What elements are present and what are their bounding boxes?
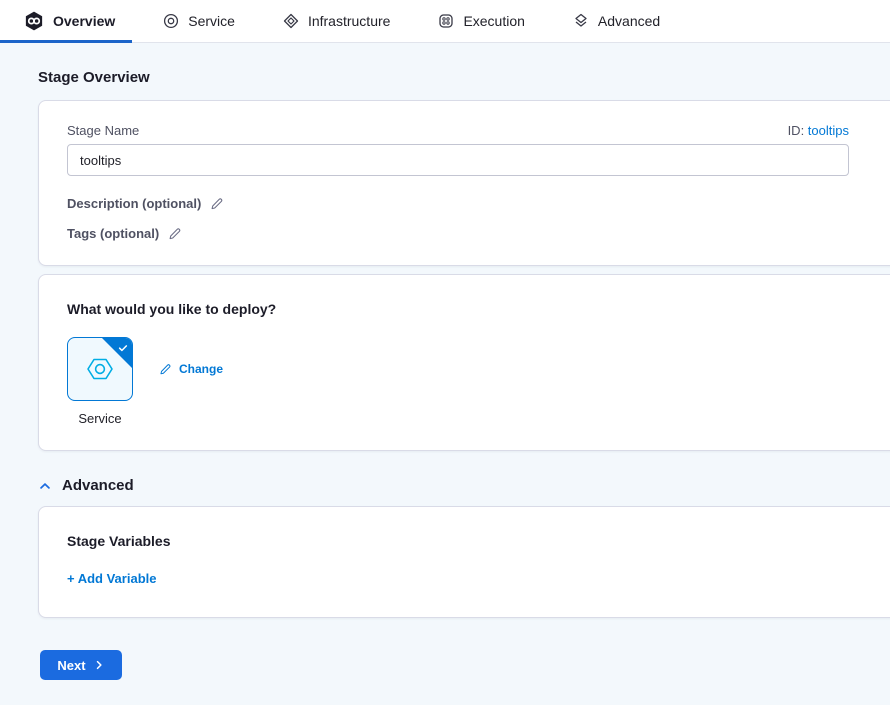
stage-name-label: Stage Name [67, 123, 139, 138]
tab-service-label: Service [188, 13, 235, 29]
stage-variables-heading: Stage Variables [67, 533, 869, 549]
tags-row: Tags (optional) [67, 226, 849, 241]
tab-overview[interactable]: Overview [24, 11, 115, 31]
stage-overview-card: Stage Name ID: tooltips Description (opt… [38, 100, 890, 266]
tab-service[interactable]: Service [163, 13, 235, 29]
chevron-up-icon [38, 479, 52, 493]
infrastructure-diamond-icon [283, 13, 299, 29]
service-deploy-tile[interactable] [67, 337, 133, 401]
advanced-layers-icon [573, 13, 589, 29]
tab-execution[interactable]: Execution [438, 13, 524, 29]
stage-id-label: ID: [788, 123, 808, 138]
next-button-label: Next [57, 658, 85, 673]
tab-advanced[interactable]: Advanced [573, 13, 660, 29]
execution-steps-icon [438, 13, 454, 29]
edit-tags-pencil-icon[interactable] [168, 227, 182, 241]
advanced-section-title: Advanced [62, 477, 134, 494]
stage-name-input[interactable] [67, 144, 849, 176]
change-deploy-type-link[interactable]: Change [159, 362, 223, 376]
page-title: Stage Overview [38, 69, 890, 86]
stage-tabbar: Overview Service Infrastructure [0, 0, 890, 43]
tab-overview-label: Overview [53, 13, 115, 29]
stage-variables-card: Stage Variables + Add Variable [38, 506, 890, 618]
tags-label: Tags (optional) [67, 226, 159, 241]
stage-id: ID: tooltips [788, 123, 849, 138]
chevron-right-icon [93, 659, 105, 671]
next-button[interactable]: Next [40, 650, 122, 680]
service-ring-icon [163, 13, 179, 29]
tab-infrastructure[interactable]: Infrastructure [283, 13, 390, 29]
description-row: Description (optional) [67, 196, 849, 211]
deploy-type-card: What would you like to deploy? Service [38, 274, 890, 451]
service-tile-label: Service [78, 411, 121, 426]
add-variable-link[interactable]: + Add Variable [67, 571, 156, 586]
change-link-label: Change [179, 362, 223, 376]
stage-id-link[interactable]: tooltips [808, 123, 849, 138]
edit-description-pencil-icon[interactable] [210, 197, 224, 211]
active-tab-indicator [0, 40, 132, 43]
checkmark-icon [117, 341, 129, 359]
tab-advanced-label: Advanced [598, 13, 660, 29]
tab-infrastructure-label: Infrastructure [308, 13, 390, 29]
advanced-section-toggle[interactable]: Advanced [38, 477, 890, 494]
overview-hexagon-link-icon [24, 11, 44, 31]
deploy-heading: What would you like to deploy? [67, 301, 869, 317]
tab-execution-label: Execution [463, 13, 524, 29]
description-label: Description (optional) [67, 196, 201, 211]
change-pencil-icon [159, 363, 172, 376]
